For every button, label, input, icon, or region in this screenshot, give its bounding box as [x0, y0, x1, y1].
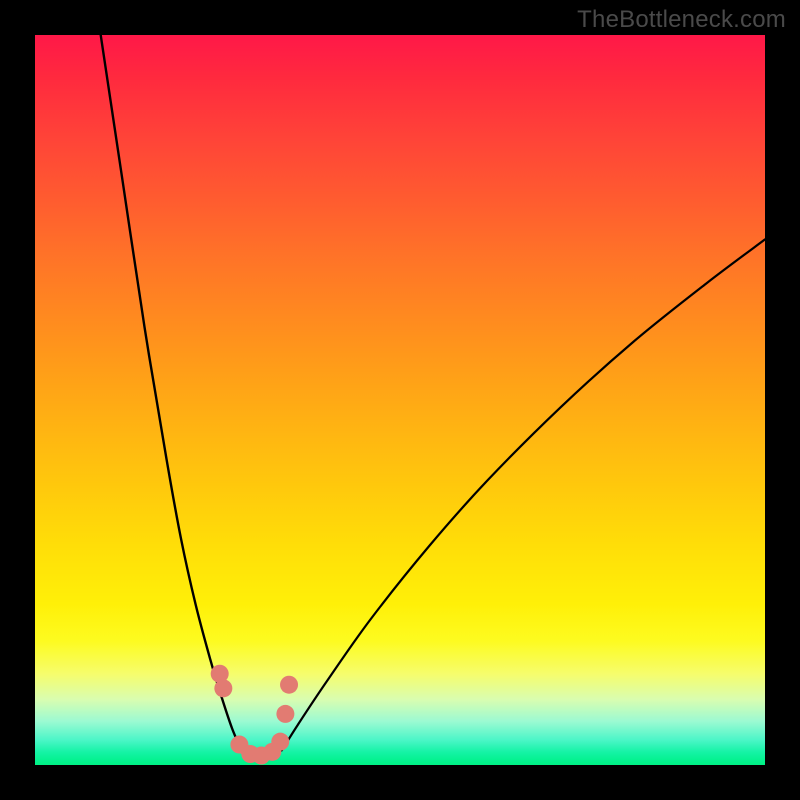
chart-frame: TheBottleneck.com	[0, 0, 800, 800]
left-branch-curve	[101, 35, 242, 750]
valley-marker	[276, 705, 294, 723]
valley-marker	[271, 733, 289, 751]
valley-marker	[214, 679, 232, 697]
plot-area	[35, 35, 765, 765]
valley-marker	[280, 676, 298, 694]
watermark-text: TheBottleneck.com	[577, 6, 786, 34]
right-branch-curve	[282, 239, 765, 750]
valley-markers-group	[211, 665, 298, 765]
curve-layer	[35, 35, 765, 765]
